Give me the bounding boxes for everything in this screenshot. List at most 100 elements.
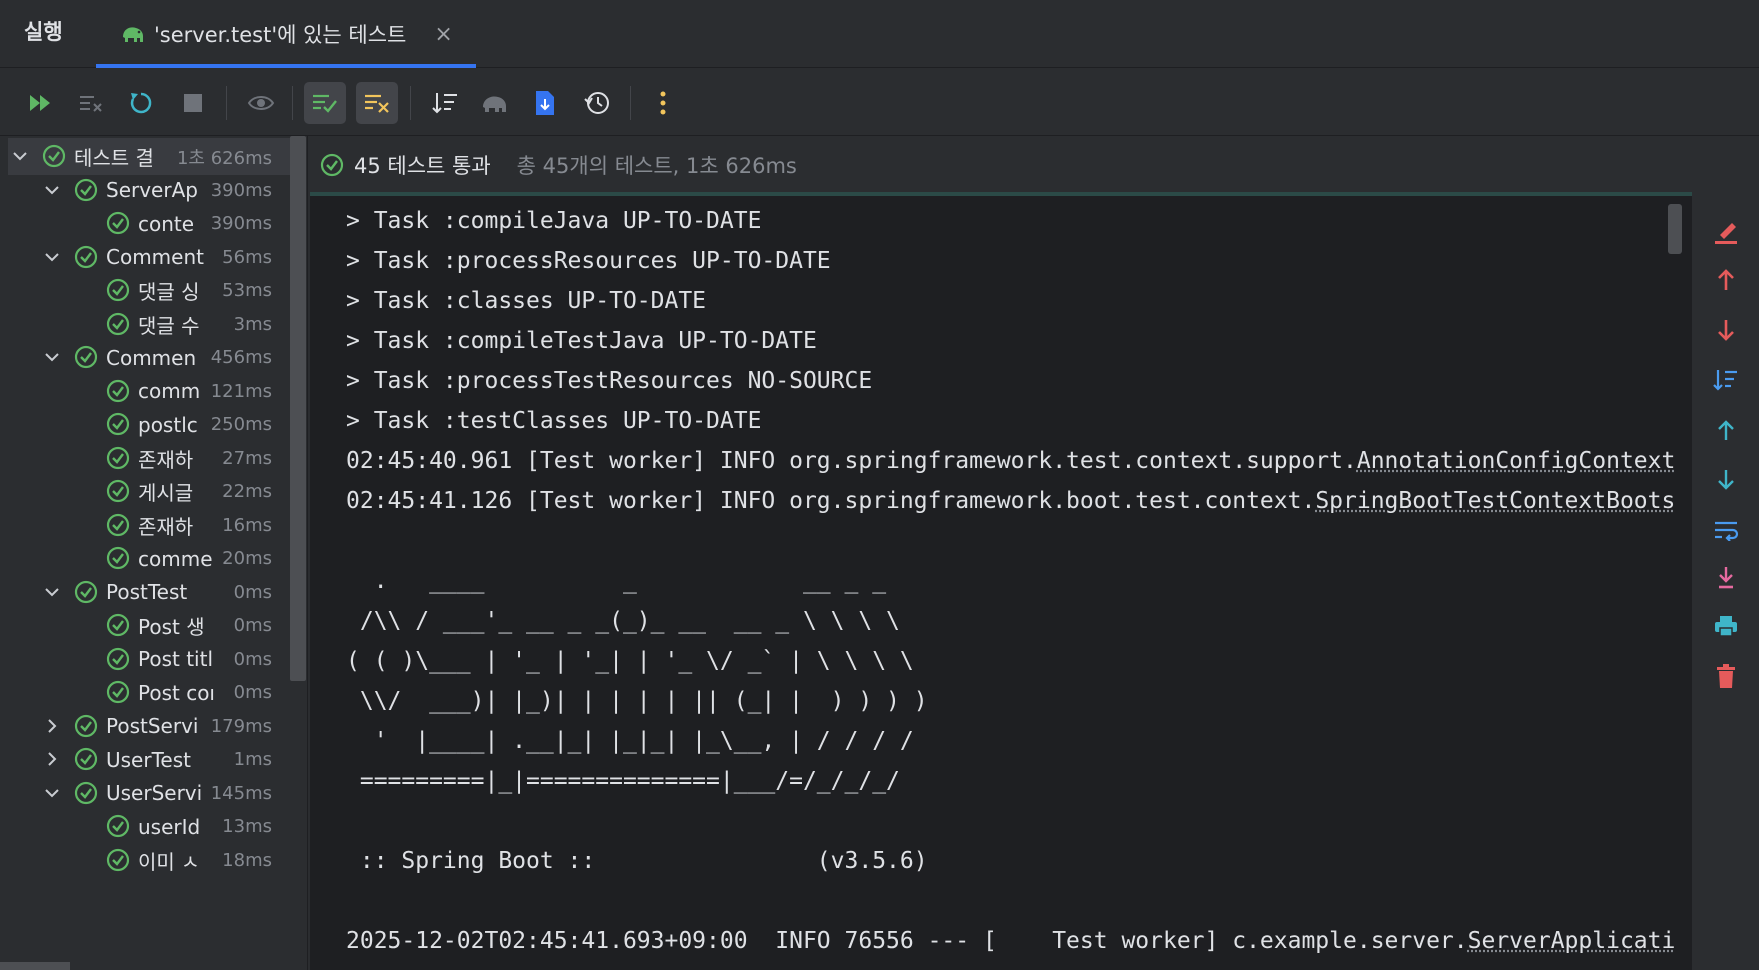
log-text: 2025-12-02T02:45:41.693+09:00 INFO 76556… (346, 928, 1468, 954)
scroll-to-end-icon[interactable] (1708, 560, 1744, 596)
banner-line: ( ( )\___ | '_ | '_| | '_ \/ _` | \ \ \ … (346, 648, 914, 674)
check-circle-icon (106, 546, 130, 570)
test-duration: 20ms (222, 548, 272, 569)
test-tree-row[interactable]: 이미 ㅅ 18ms (8, 842, 290, 879)
test-duration: 1ms (233, 749, 272, 770)
trash-icon[interactable] (1708, 658, 1744, 694)
check-circle-icon (106, 647, 130, 670)
test-duration: 0ms (233, 682, 272, 703)
test-tree-row[interactable]: 테스트 결 1초 626ms (8, 138, 290, 175)
check-circle-icon (106, 211, 130, 235)
check-circle-icon (42, 144, 66, 168)
soft-wrap-icon[interactable] (1708, 512, 1744, 548)
chevron-down-icon[interactable] (44, 584, 60, 600)
test-name: 테스트 결 (74, 146, 154, 170)
tree-horizontal-scrollbar[interactable] (0, 962, 70, 970)
run-toolbar (0, 68, 1759, 136)
log-text: 02:45:40.961 [Test worker] INFO org.spri… (346, 448, 1357, 474)
check-circle-icon (320, 153, 344, 177)
test-tree-row[interactable]: conte 390ms (8, 205, 290, 242)
test-tree-row[interactable]: Post titl 0ms (8, 641, 290, 678)
test-duration: 179ms (210, 715, 272, 737)
banner-line: =========|_|==============|___/=/_/_/_/ (346, 768, 900, 794)
check-circle-icon (74, 245, 98, 268)
cancel-tests-icon[interactable] (70, 82, 112, 124)
test-tree-row[interactable]: 존재하 27ms (8, 440, 290, 477)
test-duration: 22ms (222, 481, 272, 502)
chevron-down-icon[interactable] (44, 785, 60, 801)
console-scrollbar[interactable] (1668, 204, 1682, 254)
test-tree-row[interactable]: Post 생 0ms (8, 607, 290, 644)
rerun-failed-icon[interactable] (20, 82, 62, 124)
tab-server-test[interactable]: 'server.test'에 있는 테스트 × (96, 0, 476, 68)
scroll-down-icon[interactable] (1708, 462, 1744, 498)
chevron-down-icon[interactable] (44, 249, 60, 265)
test-tree-row[interactable]: 댓글 수 3ms (8, 306, 290, 343)
chevron-right-icon[interactable] (44, 718, 60, 734)
class-link[interactable]: ServerApplicati (1468, 928, 1676, 954)
test-summary-bar: 45 테스트 통과 총 45개의 테스트, 1초 626ms (310, 136, 1759, 194)
chevron-down-icon[interactable] (12, 148, 28, 164)
gradle-icon[interactable] (474, 82, 516, 124)
test-duration: 145ms (210, 782, 272, 804)
test-tree-row[interactable]: UserTest 1ms (8, 741, 290, 778)
run-tab-title[interactable]: 실행 (24, 16, 63, 46)
test-name: 댓글 싱 (138, 280, 200, 304)
test-tree-row[interactable]: 게시글 22ms (8, 473, 290, 510)
test-duration: 0ms (233, 581, 272, 603)
test-duration: 121ms (210, 380, 272, 402)
history-icon[interactable] (576, 82, 618, 124)
class-link[interactable]: SpringBootTestContextBoots (1315, 488, 1675, 514)
test-name: 게시글 (138, 481, 194, 505)
test-tree-row[interactable]: PostTest 0ms (8, 574, 290, 611)
console-side-toolbar (1692, 194, 1759, 970)
test-tree-row[interactable]: 댓글 싱 53ms (8, 272, 290, 309)
check-circle-icon (74, 345, 98, 369)
print-icon[interactable] (1708, 608, 1744, 644)
test-name: ServerAp (106, 178, 198, 202)
test-tree-row[interactable]: comme 20ms (8, 540, 290, 577)
test-tree-row[interactable]: UserServi 145ms (8, 775, 290, 812)
import-tests-icon[interactable] (524, 82, 566, 124)
banner-line: ' |____| .__|_| |_|_| |_\__, | / / / / (346, 728, 914, 754)
banner-line: . ____ _ __ _ _ (346, 568, 887, 594)
test-duration: 1초 626ms (176, 147, 272, 169)
console-line: > Task :classes UP-TO-DATE (346, 288, 707, 314)
show-passed-eye-icon[interactable] (240, 82, 282, 124)
test-duration: 53ms (222, 280, 272, 301)
class-link[interactable]: AnnotationConfigContext (1357, 448, 1676, 474)
arrow-down-icon[interactable] (1708, 312, 1744, 348)
tree-scrollbar[interactable] (290, 136, 306, 681)
close-icon[interactable]: × (434, 22, 452, 47)
test-name: UserServi (106, 781, 203, 805)
stop-icon[interactable] (172, 82, 214, 124)
test-duration: 56ms (222, 246, 272, 268)
chevron-down-icon[interactable] (44, 182, 60, 198)
test-tree-row[interactable]: PostServi 179ms (8, 708, 290, 745)
chevron-right-icon[interactable] (44, 751, 60, 767)
test-tree-row[interactable]: Comment 56ms (8, 239, 290, 276)
sort-down-icon[interactable] (1708, 362, 1744, 398)
test-tree-row[interactable]: ServerAp 390ms (8, 172, 290, 209)
chevron-down-icon[interactable] (44, 349, 60, 365)
rerun-icon[interactable] (120, 82, 162, 124)
clear-highlight-icon[interactable] (1708, 214, 1744, 250)
test-tree-row[interactable]: postlc 250ms (8, 406, 290, 443)
console-log-line: 2025-12-02T02:45:41.693+09:00 INFO 76556… (346, 928, 1675, 954)
show-passed-icon[interactable] (304, 82, 346, 124)
test-tree-row[interactable]: Post coı 0ms (8, 674, 290, 711)
test-tree-row[interactable]: Commen 456ms (8, 339, 290, 376)
show-ignored-icon[interactable] (356, 82, 398, 124)
test-duration: 390ms (210, 213, 272, 234)
test-name: Post coı (138, 680, 215, 705)
test-tree-row[interactable]: 존재하 16ms (8, 507, 290, 544)
scroll-up-icon[interactable] (1708, 412, 1744, 448)
more-options-icon[interactable] (642, 82, 684, 124)
test-tree-row[interactable]: userId 13ms (8, 808, 290, 845)
console-output[interactable]: > Task :compileJava UP-TO-DATE > Task :p… (310, 192, 1692, 970)
test-name: 존재하 (138, 514, 194, 539)
sort-icon[interactable] (424, 82, 466, 124)
test-tree-row[interactable]: comm 121ms (8, 373, 290, 410)
arrow-up-icon[interactable] (1708, 262, 1744, 298)
toolbar-separator (410, 86, 411, 120)
